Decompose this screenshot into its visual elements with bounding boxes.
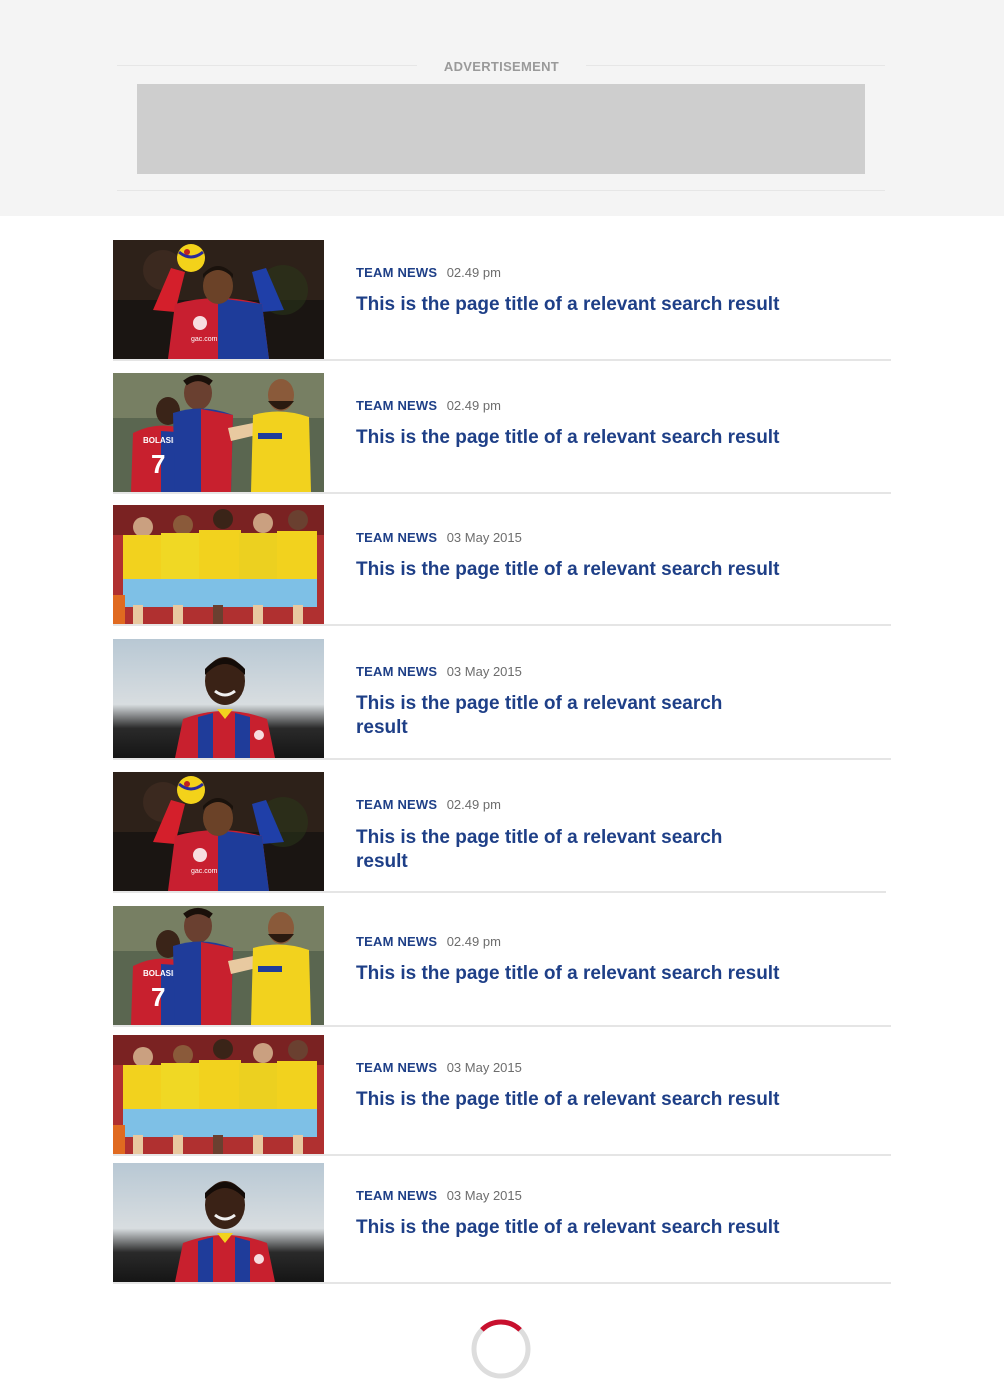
thumbnail-underline (113, 891, 324, 893)
result-meta: TEAM NEWS 03 May 2015 (356, 1059, 522, 1077)
advertisement-section: ADVERTISEMENT (0, 0, 1004, 216)
result-title-link[interactable]: This is the page title of a relevant sea… (356, 293, 796, 317)
result-category[interactable]: TEAM NEWS (356, 530, 437, 545)
result-divider (324, 758, 891, 760)
result-thumbnail[interactable]: gac.com (113, 240, 324, 359)
thumbnail-underline (113, 1282, 324, 1284)
result-title-link[interactable]: This is the page title of a relevant sea… (356, 558, 796, 582)
search-result-item[interactable]: BOLASIE 7 TEAM NEWS 02.49 pm This is the… (113, 373, 891, 494)
shirt-sponsor-text: gac.com (191, 868, 218, 875)
result-timestamp: 03 May 2015 (446, 664, 522, 679)
team-huddle-photo (113, 505, 324, 624)
result-category[interactable]: TEAM NEWS (356, 1188, 437, 1203)
result-title-link[interactable]: This is the page title of a relevant sea… (356, 1088, 796, 1112)
result-meta: TEAM NEWS 02.49 pm (356, 397, 501, 415)
result-title-link[interactable]: This is the page title of a relevant sea… (356, 826, 776, 874)
result-category[interactable]: TEAM NEWS (356, 265, 437, 280)
result-divider (324, 1154, 891, 1156)
player-number-text: 7 (151, 449, 165, 479)
search-result-item[interactable]: gac.com TEAM NEWS 02.49 pm This is the p… (113, 772, 891, 893)
result-divider (324, 359, 891, 361)
loading-spinner-icon (471, 1319, 531, 1379)
result-thumbnail[interactable] (113, 1163, 324, 1282)
ad-divider-left (117, 65, 417, 66)
player-smiling-photo (113, 639, 324, 758)
result-category[interactable]: TEAM NEWS (356, 398, 437, 413)
player-smiling-photo (113, 1163, 324, 1282)
result-category[interactable]: TEAM NEWS (356, 664, 437, 679)
thumbnail-underline (113, 1154, 324, 1156)
result-meta: TEAM NEWS 03 May 2015 (356, 529, 522, 547)
result-timestamp: 02.49 pm (446, 265, 501, 280)
result-meta: TEAM NEWS 03 May 2015 (356, 1187, 522, 1205)
result-thumbnail[interactable]: BOLASIE 7 (113, 373, 324, 492)
result-timestamp: 02.49 pm (446, 797, 501, 812)
result-title-link[interactable]: This is the page title of a relevant sea… (356, 426, 796, 450)
search-result-item[interactable]: TEAM NEWS 03 May 2015 This is the page t… (113, 1163, 891, 1284)
result-timestamp: 02.49 pm (446, 934, 501, 949)
result-timestamp: 03 May 2015 (446, 1060, 522, 1075)
search-result-item[interactable]: TEAM NEWS 03 May 2015 This is the page t… (113, 505, 891, 626)
ad-divider-bottom (117, 190, 885, 191)
search-result-item[interactable]: TEAM NEWS 03 May 2015 This is the page t… (113, 1035, 891, 1156)
result-divider (324, 492, 891, 494)
result-title-link[interactable]: This is the page title of a relevant sea… (356, 962, 796, 986)
result-timestamp: 03 May 2015 (446, 1188, 522, 1203)
result-meta: TEAM NEWS 02.49 pm (356, 933, 501, 951)
result-timestamp: 03 May 2015 (446, 530, 522, 545)
result-meta: TEAM NEWS 03 May 2015 (356, 663, 522, 681)
result-thumbnail[interactable] (113, 639, 324, 758)
thumbnail-underline (113, 1025, 324, 1027)
player-holding-ball-photo: gac.com (113, 240, 324, 359)
players-celebrating-photo: BOLASIE 7 (113, 373, 324, 492)
players-celebrating-photo: BOLASIE 7 (113, 906, 324, 1025)
result-thumbnail[interactable] (113, 1035, 324, 1154)
result-timestamp: 02.49 pm (446, 398, 501, 413)
thumbnail-underline (113, 359, 324, 361)
thumbnail-underline (113, 758, 324, 760)
result-category[interactable]: TEAM NEWS (356, 1060, 437, 1075)
search-result-item[interactable]: TEAM NEWS 03 May 2015 This is the page t… (113, 639, 891, 760)
result-meta: TEAM NEWS 02.49 pm (356, 264, 501, 282)
result-category[interactable]: TEAM NEWS (356, 797, 437, 812)
player-number-text: 7 (151, 982, 165, 1012)
thumbnail-underline (113, 624, 324, 626)
result-divider (324, 891, 886, 893)
advertisement-slot[interactable] (137, 84, 865, 174)
search-result-item[interactable]: BOLASIE 7 TEAM NEWS 02.49 pm This is the… (113, 906, 891, 1027)
result-thumbnail[interactable]: BOLASIE 7 (113, 906, 324, 1025)
result-divider (324, 1282, 891, 1284)
player-holding-ball-photo: gac.com (113, 772, 324, 891)
result-thumbnail[interactable]: gac.com (113, 772, 324, 891)
thumbnail-underline (113, 492, 324, 494)
result-divider (324, 624, 891, 626)
result-thumbnail[interactable] (113, 505, 324, 624)
result-meta: TEAM NEWS 02.49 pm (356, 796, 501, 814)
ad-divider-right (586, 65, 885, 66)
team-huddle-photo (113, 1035, 324, 1154)
result-divider (324, 1025, 891, 1027)
search-result-item[interactable]: gac.com TEAM NEWS 02.49 pm This is the p… (113, 240, 891, 361)
shirt-sponsor-text: gac.com (191, 336, 218, 343)
result-category[interactable]: TEAM NEWS (356, 934, 437, 949)
advertisement-label: ADVERTISEMENT (443, 59, 560, 74)
loading-spinner (470, 1318, 532, 1380)
result-title-link[interactable]: This is the page title of a relevant sea… (356, 1216, 796, 1240)
result-title-link[interactable]: This is the page title of a relevant sea… (356, 692, 776, 740)
